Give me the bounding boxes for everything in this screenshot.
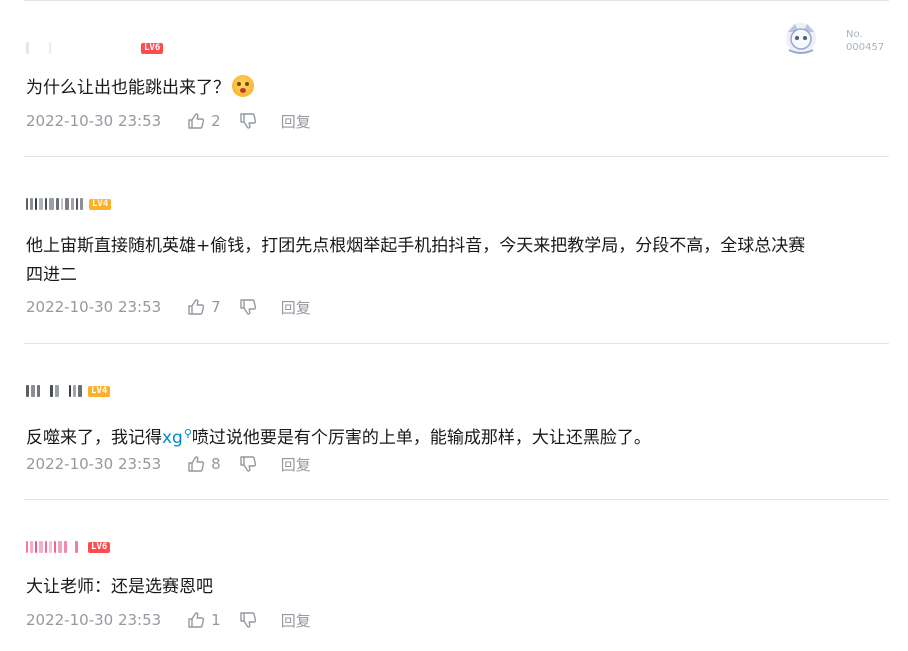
comment-item: LV6 No. 000457 为什么让出也能跳出来了？ 2022-10-30 2… (0, 0, 908, 156)
comment-time: 2022-10-30 23:53 (26, 455, 162, 473)
user-row: LV6 (26, 39, 164, 57)
comment-time: 2022-10-30 23:53 (26, 112, 162, 130)
thumbs-down-icon (240, 113, 256, 129)
dislike-button[interactable] (239, 611, 257, 629)
search-icon[interactable]: ⚲ (184, 427, 192, 440)
like-button[interactable]: 8 (187, 455, 221, 473)
thumbs-down-icon (240, 612, 256, 628)
user-row: LV6 (26, 538, 111, 556)
like-count: 1 (211, 611, 221, 629)
reply-button[interactable]: 回复 (281, 297, 311, 318)
level-badge: LV4 (89, 198, 112, 210)
like-count: 8 (211, 455, 221, 473)
thumbs-up-icon (188, 299, 205, 315)
comment-meta: 2022-10-30 23:53 1 回复 (26, 608, 311, 632)
like-button[interactable]: 1 (187, 611, 221, 629)
comment-text: 大让老师：还是选赛恩吧 (26, 577, 213, 597)
reply-button[interactable]: 回复 (281, 454, 311, 475)
thumbs-down-icon (240, 299, 256, 315)
dislike-button[interactable] (239, 298, 257, 316)
level-badge: LV6 (141, 42, 164, 54)
comment-time: 2022-10-30 23:53 (26, 611, 162, 629)
comment-text: 他上宙斯直接随机英雄+偷钱，打团先点根烟举起手机拍抖音，今天来把教学局，分段不高… (26, 236, 806, 285)
username[interactable] (26, 197, 85, 211)
flushed-face-emoji-icon (232, 75, 254, 97)
comment-item: LV4 反噬来了，我记得xg⚲喷过说他要是有个厉害的上单，能输成那样，大让还黑脸… (0, 343, 908, 499)
thumbs-up-icon (188, 612, 205, 628)
level-badge: LV6 (88, 541, 111, 553)
comment-time: 2022-10-30 23:53 (26, 298, 162, 316)
thumbs-up-icon (188, 113, 205, 129)
user-row: LV4 (26, 195, 112, 213)
reply-button[interactable]: 回复 (281, 610, 311, 631)
comment-text: 为什么让出也能跳出来了？ (26, 74, 254, 103)
comment-meta: 2022-10-30 23:53 8 回复 (26, 452, 311, 476)
level-badge: LV4 (88, 385, 111, 397)
comment-text: 反噬来了，我记得xg⚲喷过说他要是有个厉害的上单，能输成那样，大让还黑脸了。 (26, 427, 651, 448)
thumbs-down-icon (240, 456, 256, 472)
keyword-link[interactable]: xg (162, 428, 183, 448)
like-count: 7 (211, 298, 221, 316)
username[interactable] (26, 540, 80, 554)
dislike-button[interactable] (239, 455, 257, 473)
reply-button[interactable]: 回复 (281, 111, 311, 132)
fan-badge-icon (786, 23, 816, 54)
like-count: 2 (211, 112, 221, 130)
comment-meta: 2022-10-30 23:53 7 回复 (26, 295, 311, 319)
fan-number: No. 000457 (846, 29, 885, 53)
thumbs-up-icon (188, 456, 205, 472)
like-button[interactable]: 7 (187, 298, 221, 316)
username[interactable] (26, 41, 53, 55)
like-button[interactable]: 2 (187, 112, 221, 130)
comment-meta: 2022-10-30 23:53 2 回复 (26, 109, 311, 133)
comment-item: LV6 大让老师：还是选赛恩吧 2022-10-30 23:53 1 回复 (0, 499, 908, 651)
comment-item: LV4 他上宙斯直接随机英雄+偷钱，打团先点根烟举起手机拍抖音，今天来把教学局，… (0, 156, 908, 343)
username[interactable] (26, 384, 84, 398)
dislike-button[interactable] (239, 112, 257, 130)
user-row: LV4 (26, 382, 111, 400)
